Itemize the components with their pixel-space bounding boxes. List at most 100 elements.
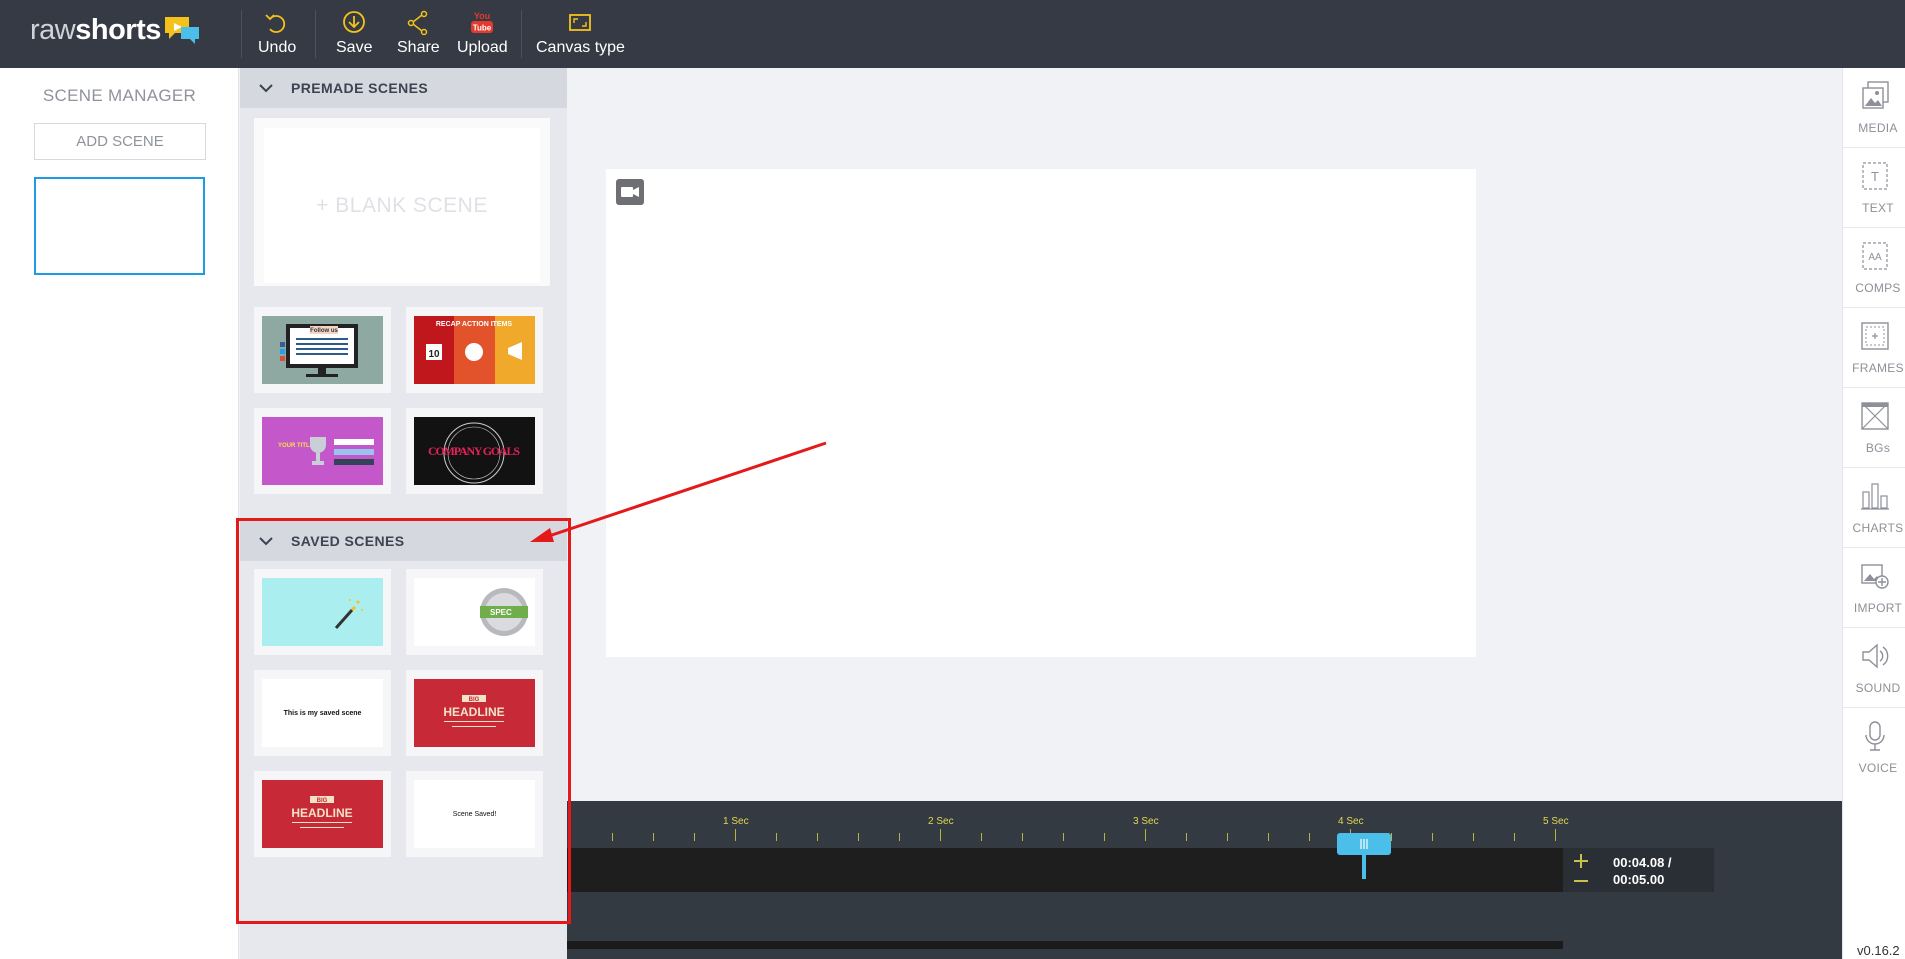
premade-scenes-title: PREMADE SCENES [291, 80, 429, 96]
add-scene-button[interactable]: ADD SCENE [34, 123, 206, 160]
youtube-icon: You Tube [471, 11, 494, 33]
ruler-tick [776, 833, 777, 841]
toolbar-divider [241, 10, 242, 58]
ruler-tick [735, 829, 736, 841]
timeline-ruler[interactable]: 1 Sec 2 Sec 3 Sec 4 Sec 5 Sec [567, 801, 1842, 841]
import-label: IMPORT [1853, 601, 1903, 615]
ruler-second-label: 3 Sec [1133, 816, 1159, 827]
canvas-type-label: Canvas type [536, 39, 625, 56]
backgrounds-icon [1861, 402, 1889, 430]
your-title-thumbnail: YOUR TITLE [262, 417, 383, 485]
save-button[interactable]: Save [336, 10, 372, 60]
ruler-tick [1555, 829, 1556, 841]
ruler-tick [612, 833, 613, 841]
scene-manager-title: SCENE MANAGER [42, 86, 197, 105]
youtube-tube-text: Tube [473, 24, 492, 33]
premade-scene-tile[interactable]: RECAP ACTION ITEMS 10 [406, 307, 543, 393]
charts-icon [1861, 483, 1889, 510]
toolbar-divider [315, 10, 316, 58]
playhead-stem [1362, 853, 1366, 879]
zoom-in-icon[interactable] [1572, 852, 1590, 870]
share-icon [408, 10, 428, 36]
undo-icon [265, 14, 286, 33]
follow-us-text: Follow us [310, 328, 338, 334]
backgrounds-tool-button[interactable]: BGs [1843, 388, 1905, 468]
video-canvas[interactable] [606, 169, 1476, 657]
right-tool-panel: MEDIA T TEXT AA COMPS FRAMES BGs CHARTS … [1842, 68, 1905, 959]
premade-scene-tile[interactable]: YOUR TITLE [254, 408, 391, 494]
blank-scene-card[interactable]: + BLANK SCENE [254, 118, 550, 286]
frames-tool-button[interactable]: FRAMES [1843, 308, 1905, 388]
chevron-down-icon [259, 84, 273, 93]
annotation-highlight-box [236, 518, 571, 924]
sound-label: SOUND [1855, 681, 1901, 695]
text-label: TEXT [1862, 201, 1894, 215]
your-title-text: YOUR TITLE [278, 443, 314, 449]
ruler-second-label: 2 Sec [928, 816, 954, 827]
ruler-tick [1022, 833, 1023, 841]
rawshorts-logo[interactable]: rawshorts [30, 12, 201, 48]
ruler-second-label: 1 Sec [723, 816, 749, 827]
playhead-handle[interactable] [1337, 833, 1391, 855]
voice-tool-button[interactable]: VOICE [1843, 708, 1905, 788]
ruler-tick [1268, 833, 1269, 841]
scene-manager-panel: SCENE MANAGER ADD SCENE [0, 68, 239, 959]
voice-icon [1865, 721, 1885, 751]
media-label: MEDIA [1858, 121, 1898, 135]
ruler-tick [653, 833, 654, 841]
logo-raw: raw [30, 13, 76, 46]
premade-scenes-header[interactable]: PREMADE SCENES [240, 68, 567, 108]
ruler-tick [1186, 833, 1187, 841]
share-button[interactable]: Share [397, 10, 440, 60]
monitor-icon: Follow us [280, 324, 358, 377]
ruler-tick [1473, 833, 1474, 841]
recap-title-text: RECAP ACTION ITEMS [436, 321, 513, 328]
premade-scene-tile[interactable]: Follow us [254, 307, 391, 393]
chat-bubbles-icon [164, 17, 199, 44]
scene-thumbnail-selected[interactable] [34, 177, 205, 275]
upload-youtube-button[interactable]: You Tube Upload [457, 10, 508, 60]
ruler-tick [1514, 833, 1515, 841]
premade-scene-tile[interactable]: COMPANY GOALS [406, 408, 543, 494]
blank-scene-label: + BLANK SCENE [264, 128, 540, 283]
charts-tool-button[interactable]: CHARTS [1843, 468, 1905, 548]
comps-label: COMPS [1855, 281, 1901, 295]
canvas-type-button[interactable]: Canvas type [536, 10, 625, 60]
upload-label: Upload [457, 39, 508, 56]
zoom-out-icon[interactable] [1572, 872, 1590, 890]
save-label: Save [336, 39, 373, 56]
ruler-tick [1145, 829, 1146, 841]
company-goals-text: COMPANY GOALS [428, 444, 520, 458]
svg-text:10: 10 [428, 349, 440, 360]
timeline-track[interactable] [567, 848, 1563, 892]
undo-label: Undo [258, 39, 297, 56]
ruler-tick [1391, 833, 1392, 841]
comps-icon: AA [1862, 242, 1888, 270]
canvas-type-icon [569, 14, 592, 31]
ruler-tick [858, 833, 859, 841]
current-time: 00:04.08 / [1613, 855, 1672, 870]
ruler-second-label: 5 Sec [1543, 816, 1569, 827]
import-tool-button[interactable]: IMPORT [1843, 548, 1905, 628]
video-camera-icon[interactable] [616, 179, 644, 205]
media-tool-button[interactable]: MEDIA [1843, 68, 1905, 148]
grip-icon [1360, 839, 1368, 849]
bgs-label: BGs [1865, 441, 1891, 455]
zoom-controls [1563, 848, 1601, 892]
save-download-icon [343, 11, 366, 33]
ruler-tick [1432, 833, 1433, 841]
comps-tool-button[interactable]: AA COMPS [1843, 228, 1905, 308]
logo-shorts: shorts [75, 13, 161, 46]
text-icon: T [1862, 162, 1888, 190]
text-tool-button[interactable]: T TEXT [1843, 148, 1905, 228]
version-label: v0.16.2 [1857, 943, 1900, 958]
ruler-tick [1063, 833, 1064, 841]
timeline-scrollbar[interactable] [567, 941, 1563, 949]
youtube-you-text: You [474, 11, 490, 21]
sound-icon [1862, 643, 1889, 669]
sound-tool-button[interactable]: SOUND [1843, 628, 1905, 708]
ruler-tick [1227, 833, 1228, 841]
svg-text:AA: AA [1868, 252, 1882, 263]
undo-button[interactable]: Undo [258, 10, 296, 60]
follow-us-thumbnail: Follow us [262, 316, 383, 384]
